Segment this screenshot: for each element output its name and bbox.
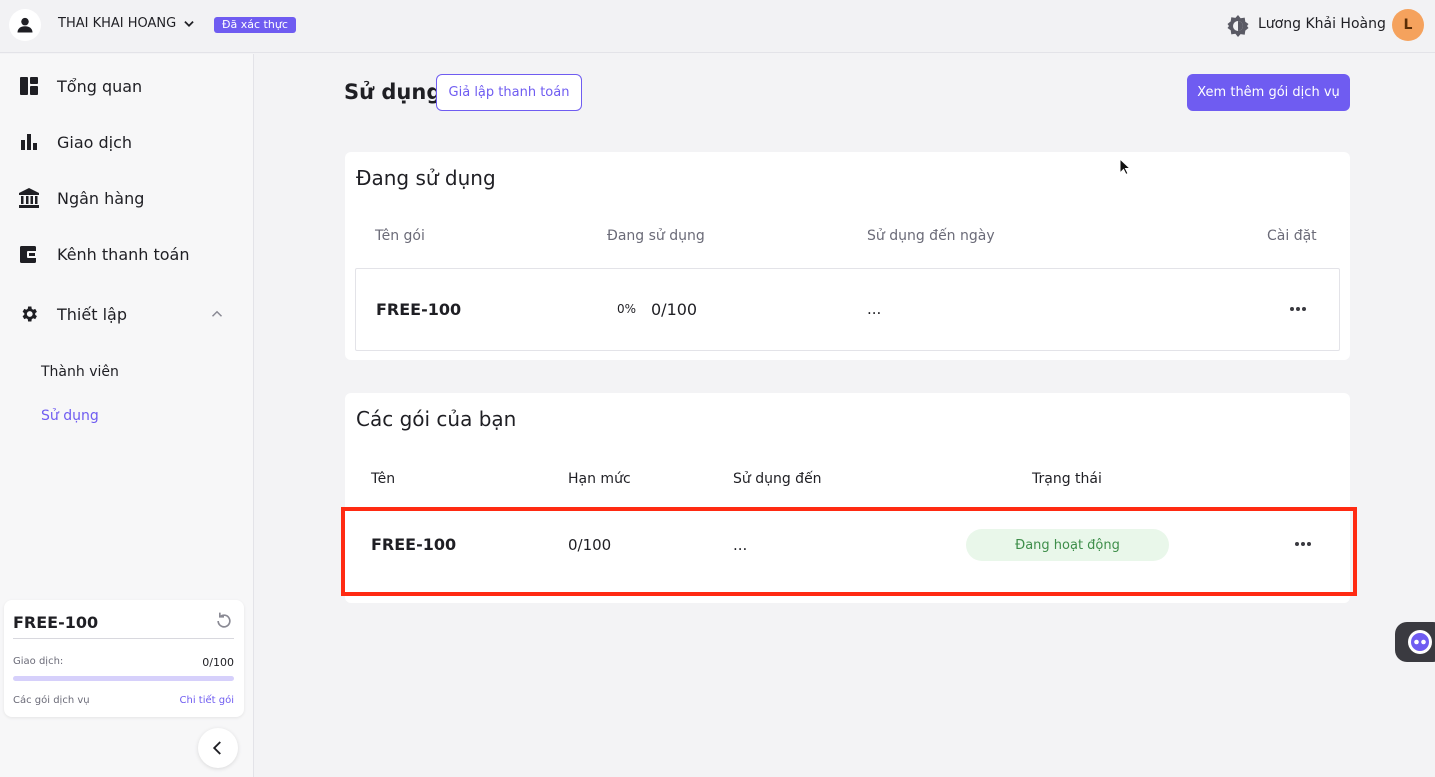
collapse-sidebar-button[interactable]	[198, 728, 238, 768]
column-header: Đang sử dụng	[607, 228, 705, 244]
sidebar-item-transactions[interactable]: Giao dịch	[0, 122, 254, 162]
plan-summary-card: FREE-100 Giao dịch: 0/100 Các gói dịch v…	[4, 600, 244, 717]
sidebar-item-overview[interactable]: Tổng quan	[0, 66, 254, 106]
services-label: Các gói dịch vụ	[13, 695, 90, 706]
column-header: Hạn mức	[568, 471, 631, 487]
chat-widget-button[interactable]	[1395, 622, 1435, 662]
bank-icon	[18, 187, 40, 209]
view-more-plans-button[interactable]: Xem thêm gói dịch vụ	[1187, 74, 1350, 111]
transactions-value: 0/100	[202, 656, 234, 669]
organization-switcher[interactable]: THAI KHAI HOANG	[58, 16, 196, 31]
divider	[13, 638, 234, 639]
wallet-icon	[18, 243, 40, 265]
plan-name: FREE-100	[13, 613, 99, 632]
mouse-cursor-icon	[1119, 158, 1131, 176]
sidebar-item-payment-channels[interactable]: Kênh thanh toán	[0, 234, 254, 274]
page-title: Sử dụng	[344, 80, 442, 104]
column-header: Tên gói	[375, 228, 425, 244]
avatar[interactable]: L	[1392, 9, 1424, 41]
sidebar-item-label: Ngân hàng	[57, 188, 145, 208]
more-options-icon[interactable]	[1287, 298, 1309, 320]
sidebar-item-label: Kênh thanh toán	[57, 244, 190, 264]
plan-detail-link[interactable]: Chi tiết gói	[180, 695, 234, 706]
sidebar-item-label: Giao dịch	[57, 132, 133, 152]
verified-badge: Đã xác thực	[214, 17, 296, 33]
column-header: Tên	[371, 471, 396, 487]
in-use-percent: 0%	[617, 302, 637, 316]
top-bar: THAI KHAI HOANG Đã xác thực Lương Khải H…	[0, 0, 1435, 53]
transactions-label: Giao dịch:	[13, 656, 64, 667]
chevron-down-icon	[184, 20, 194, 27]
table-row	[355, 268, 1340, 351]
organization-name: THAI KHAI HOANG	[58, 16, 177, 31]
dashboard-icon	[18, 75, 40, 97]
highlight-box	[341, 507, 1357, 596]
bot-icon	[1408, 630, 1432, 654]
user-profile-icon[interactable]	[9, 9, 41, 41]
refresh-icon[interactable]	[214, 611, 234, 631]
column-header: Cài đặt	[1267, 228, 1317, 244]
column-header: Sử dụng đến ngày	[867, 228, 995, 244]
sidebar-item-settings[interactable]: Thiết lập	[0, 294, 254, 334]
theme-toggle-icon[interactable]	[1226, 14, 1250, 38]
simulate-payment-button[interactable]: Giả lập thanh toán	[436, 74, 582, 111]
user-name[interactable]: Lương Khải Hoàng	[1258, 16, 1386, 32]
your-plans-title: Các gói của bạn	[356, 407, 517, 431]
in-use-title: Đang sử dụng	[356, 166, 496, 190]
sidebar: Tổng quan Giao dịch Ngân hàng Kênh thanh…	[0, 54, 254, 777]
sidebar-subitem-members[interactable]: Thành viên	[41, 364, 119, 380]
sidebar-item-label: Thiết lập	[57, 304, 127, 324]
in-use-plan-name: FREE-100	[376, 300, 462, 319]
usage-progress-bar	[13, 676, 234, 681]
bar-chart-icon	[18, 131, 40, 153]
sidebar-item-banks[interactable]: Ngân hàng	[0, 178, 254, 218]
in-use-usage: 0/100	[651, 300, 698, 319]
sidebar-item-label: Tổng quan	[57, 76, 143, 96]
column-header: Trạng thái	[1032, 471, 1102, 487]
chevron-left-icon	[212, 741, 221, 755]
gear-icon	[18, 303, 40, 325]
sidebar-subitem-usage[interactable]: Sử dụng	[41, 408, 99, 424]
chevron-up-icon[interactable]	[208, 305, 226, 323]
column-header: Sử dụng đến	[733, 471, 822, 487]
in-use-until: ...	[867, 300, 882, 318]
